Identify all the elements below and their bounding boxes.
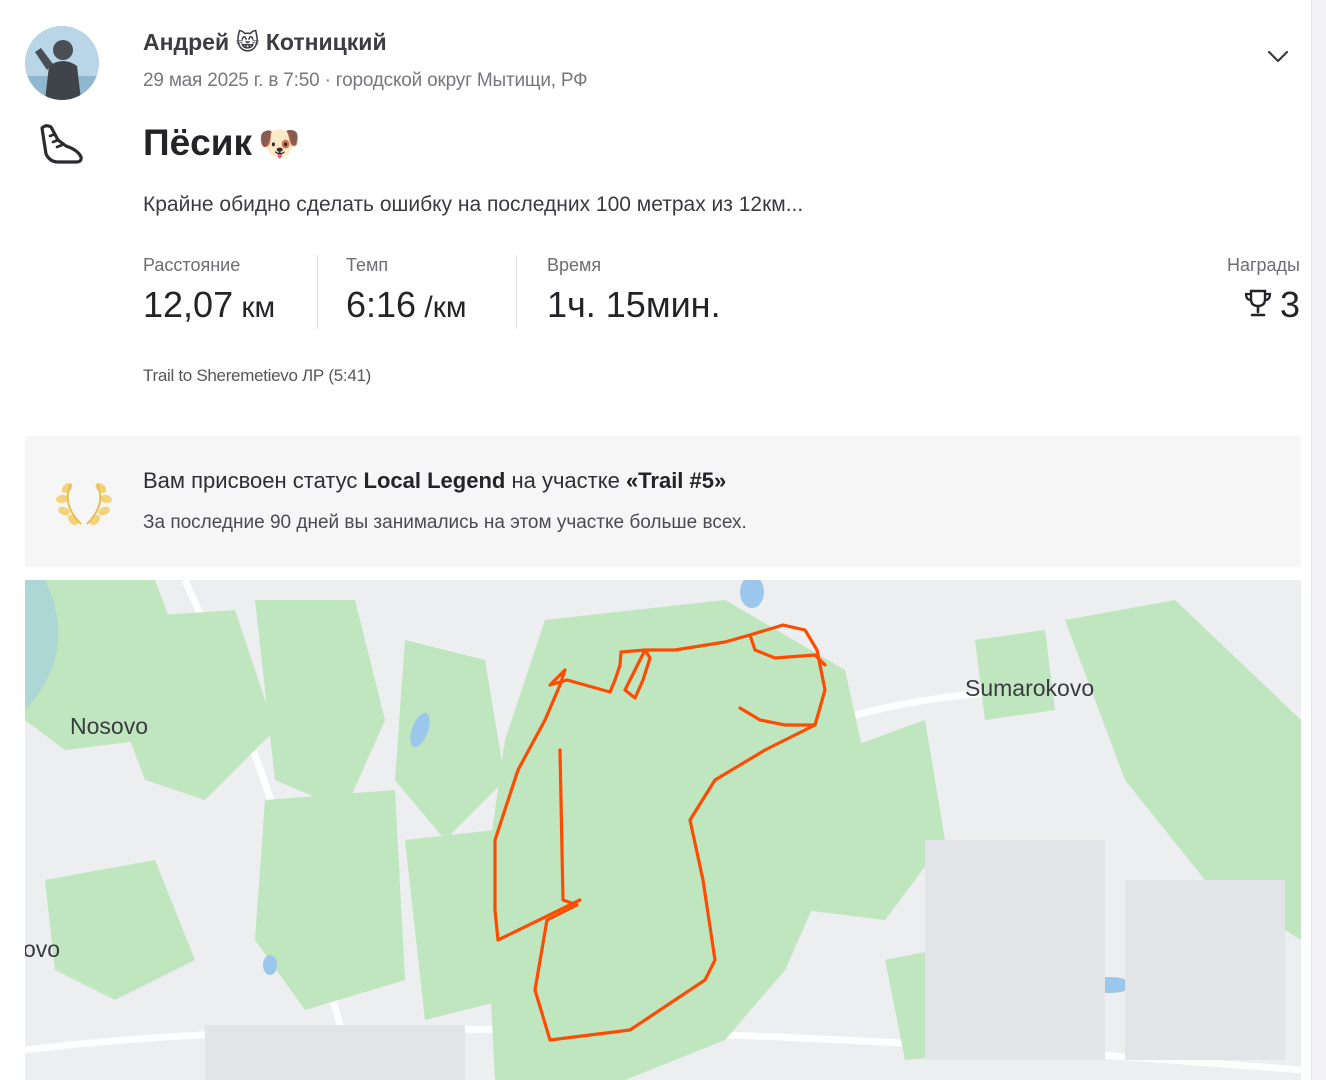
chevron-down-icon[interactable] — [1262, 40, 1294, 72]
activity-title[interactable]: Пёсик 🐶 — [143, 122, 300, 164]
local-legend-banner[interactable]: Вам присвоен статус Local Legend на учас… — [25, 436, 1301, 567]
legend-status: Local Legend — [363, 468, 506, 493]
map-label-partial: ovo — [25, 936, 61, 962]
activity-map[interactable]: Nosovo Sumarokovo ovo — [25, 580, 1301, 1080]
legend-title-middle: на участке — [505, 468, 626, 493]
stat-divider — [317, 255, 318, 329]
legend-title-prefix: Вам присвоен статус — [143, 468, 364, 493]
stat-distance-value: 12,07 — [143, 284, 234, 325]
laurel-icon — [53, 474, 115, 530]
trophy-icon — [1242, 286, 1274, 318]
map-label-sumarokovo: Sumarokovo — [965, 675, 1095, 701]
activity-title-text: Пёсик — [143, 122, 253, 163]
activity-description: Крайне обидно сделать ошибку на последни… — [143, 193, 804, 216]
running-shoe-icon — [36, 120, 88, 168]
stat-awards-label: Награды — [1226, 255, 1300, 275]
stat-pace-unit: /км — [416, 291, 467, 324]
stat-distance-label: Расстояние — [143, 255, 241, 275]
post-meta: 29 мая 2025 г. в 7:50 · городской округ … — [143, 70, 588, 92]
dog-emoji: 🐶 — [258, 125, 301, 163]
stat-awards[interactable]: Награды 3 — [1227, 255, 1300, 326]
map-canvas — [25, 580, 1301, 1080]
stat-time: Время 1ч. 15мин. — [547, 255, 721, 326]
stat-time-label: Время — [547, 255, 602, 275]
stat-awards-value: 3 — [1279, 284, 1300, 325]
stat-distance-unit: км — [233, 291, 276, 324]
author-name[interactable]: Андрей 😸 Котницкий — [143, 29, 387, 56]
stat-pace-value: 6:16 — [346, 284, 417, 325]
local-legend-subtitle: За последние 90 дней вы занимались на эт… — [143, 512, 747, 533]
stat-time-value: 1ч. 15мин. — [547, 284, 721, 325]
avatar[interactable] — [25, 26, 99, 100]
stat-pace: Темп 6:16 /км — [346, 255, 467, 326]
segment-record[interactable]: Trail to Sheremetievo ЛР (5:41) — [143, 366, 371, 386]
local-legend-title: Вам присвоен статус Local Legend на учас… — [143, 468, 726, 494]
post-location: городской округ Мытищи, РФ — [335, 70, 588, 91]
stat-divider — [516, 255, 517, 329]
post-datetime: 29 мая 2025 г. в 7:50 — [143, 70, 320, 91]
legend-segment: «Trail #5» — [625, 468, 727, 493]
meta-separator: · — [319, 70, 336, 91]
stat-distance: Расстояние 12,07 км — [143, 255, 275, 326]
stat-pace-label: Темп — [346, 255, 389, 275]
map-label-nosovo: Nosovo — [70, 713, 148, 739]
window-edge — [1311, 0, 1326, 1080]
